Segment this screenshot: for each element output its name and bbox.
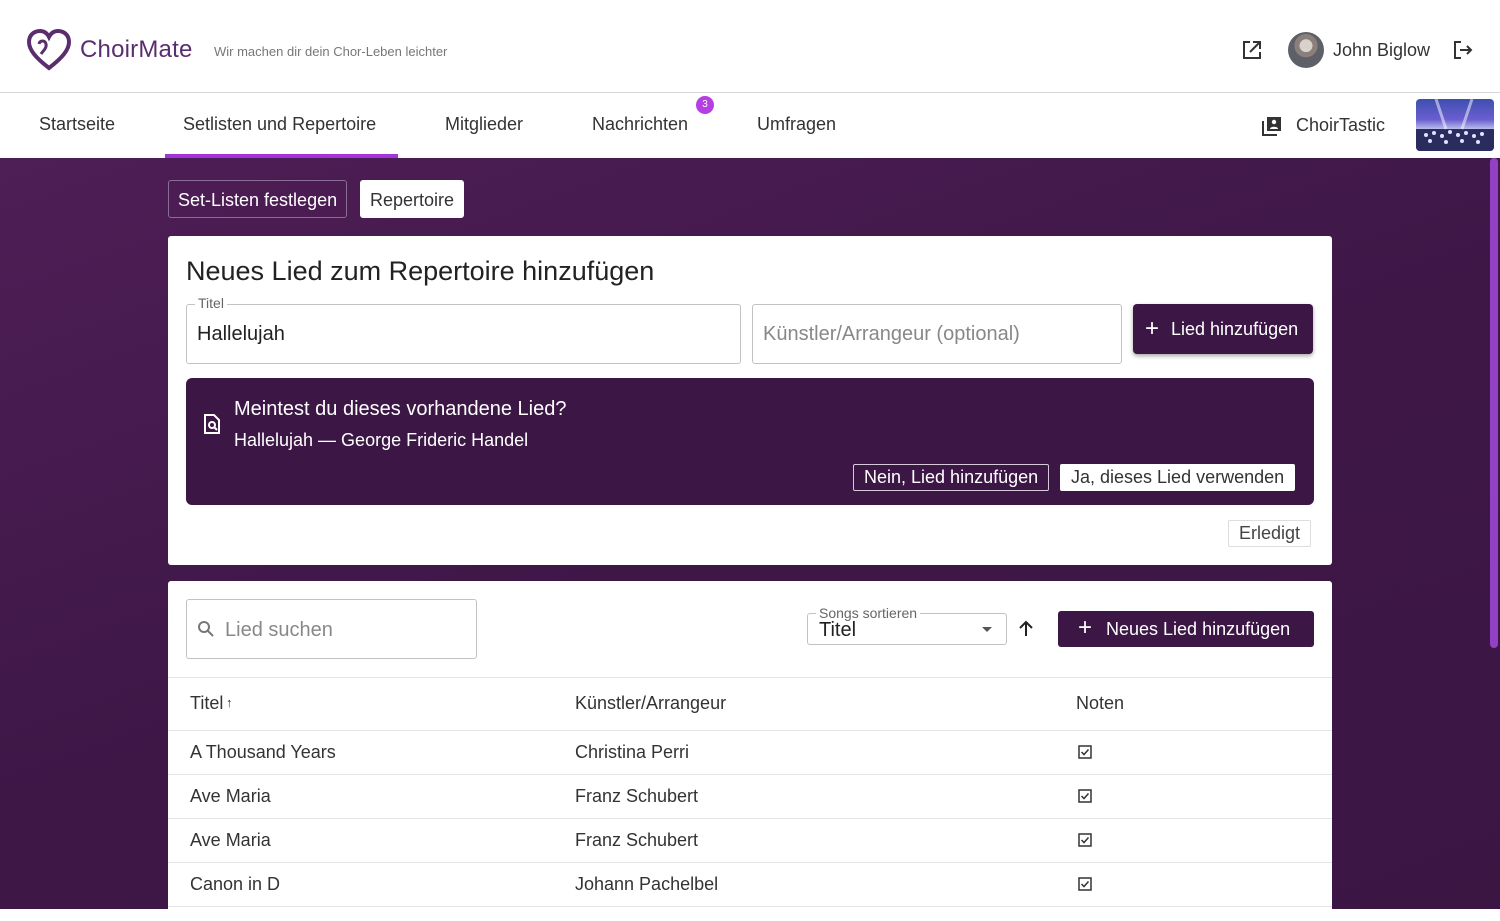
song-title: Ave Maria bbox=[190, 786, 271, 806]
heart-logo-icon[interactable] bbox=[26, 28, 72, 72]
search-icon bbox=[198, 621, 214, 637]
new-song-button-label: Neues Lied hinzufügen bbox=[1106, 619, 1291, 639]
column-title[interactable]: Titel bbox=[190, 693, 223, 714]
accept-suggestion-button[interactable]: Ja, dieses Lied verwenden bbox=[1060, 464, 1296, 491]
external-link-icon[interactable] bbox=[1241, 39, 1263, 61]
subtab-setlists[interactable]: Set-Listen festlegen bbox=[168, 180, 348, 218]
app-header: ChoirMate Wir machen dir dein Chor-Leben… bbox=[0, 0, 1500, 93]
choir-name[interactable]: ChoirTastic bbox=[1296, 115, 1385, 136]
title-input[interactable] bbox=[187, 305, 740, 363]
main-content: Set-Listen festlegen Repertoire Neues Li… bbox=[0, 158, 1500, 921]
repertoire-table: Titel ↑ Künstler/Arrangeur Noten A Thous… bbox=[168, 677, 1332, 907]
user-name[interactable]: John Biglow bbox=[1333, 40, 1430, 61]
song-title: Canon in D bbox=[190, 874, 281, 894]
checkbox-checked-icon bbox=[1078, 745, 1092, 759]
checkbox-checked-icon bbox=[1078, 833, 1092, 847]
duplicate-suggestion: Meintest du dieses vorhandene Lied? Hall… bbox=[186, 378, 1314, 505]
unread-messages-badge: 3 bbox=[696, 96, 714, 114]
sort-label: Songs sortieren bbox=[816, 606, 921, 620]
tab-mitglieder[interactable]: Mitglieder bbox=[445, 114, 523, 135]
sort-select[interactable]: Songs sortieren Titel bbox=[807, 606, 1007, 645]
checkbox-checked-icon bbox=[1078, 877, 1092, 891]
app-name[interactable]: ChoirMate bbox=[80, 36, 193, 64]
add-song-button-label: Lied hinzufügen bbox=[1171, 319, 1299, 339]
sort-arrow-icon: ↑ bbox=[226, 695, 233, 710]
suggestion-question: Meintest du dieses vorhandene Lied? bbox=[234, 398, 567, 420]
add-song-card: Neues Lied zum Repertoire hinzufügen Tit… bbox=[168, 236, 1332, 565]
plus-icon: + bbox=[1145, 315, 1160, 342]
choir-image[interactable] bbox=[1416, 99, 1494, 151]
reject-suggestion-button[interactable]: Nein, Lied hinzufügen bbox=[853, 464, 1050, 491]
tab-startseite[interactable]: Startseite bbox=[39, 114, 115, 135]
subtab-repertoire[interactable]: Repertoire bbox=[360, 180, 465, 218]
scrollbar[interactable] bbox=[1490, 158, 1498, 648]
table-row[interactable]: A Thousand Years Christina Perri bbox=[168, 731, 1332, 775]
new-song-button[interactable]: + Neues Lied hinzufügen bbox=[1058, 611, 1314, 647]
main-nav: Startseite Setlisten und Repertoire Mitg… bbox=[0, 93, 1500, 158]
song-artist: Christina Perri bbox=[575, 742, 690, 762]
artist-field[interactable] bbox=[752, 304, 1122, 364]
repertoire-card: Songs sortieren Titel + Neues Lied hinzu… bbox=[168, 581, 1332, 921]
choir-library-icon[interactable] bbox=[1261, 115, 1283, 137]
table-row[interactable]: Ave Maria Franz Schubert bbox=[168, 819, 1332, 863]
search-input[interactable] bbox=[223, 600, 467, 660]
add-song-title: Neues Lied zum Repertoire hinzufügen bbox=[186, 256, 655, 286]
song-title: Ave Maria bbox=[190, 830, 271, 850]
song-title: A Thousand Years bbox=[190, 742, 336, 762]
chevron-down-icon bbox=[982, 627, 992, 632]
document-search-icon bbox=[204, 414, 220, 434]
artist-input[interactable] bbox=[753, 305, 1121, 363]
add-song-button[interactable]: + Lied hinzufügen bbox=[1133, 304, 1313, 354]
suggested-song: Hallelujah — George Frideric Handel bbox=[234, 430, 529, 450]
table-row[interactable]: Canon in D Johann Pachelbel bbox=[168, 863, 1332, 907]
title-field-label: Titel bbox=[195, 295, 227, 311]
tagline: Wir machen dir dein Chor-Leben leichter bbox=[214, 44, 448, 59]
table-header: Titel ↑ Künstler/Arrangeur Noten bbox=[168, 677, 1332, 731]
song-search[interactable] bbox=[186, 599, 477, 660]
song-artist: Franz Schubert bbox=[575, 786, 699, 806]
column-sheet-music[interactable]: Noten bbox=[1076, 693, 1124, 714]
checkbox-checked-icon bbox=[1078, 789, 1092, 803]
sort-ascending-icon[interactable] bbox=[1016, 619, 1036, 639]
song-artist: Franz Schubert bbox=[575, 830, 699, 850]
song-artist: Johann Pachelbel bbox=[575, 874, 719, 894]
title-field[interactable]: Titel bbox=[186, 295, 741, 364]
logout-icon[interactable] bbox=[1452, 39, 1474, 61]
column-artist[interactable]: Künstler/Arrangeur bbox=[575, 693, 726, 714]
tab-nachrichten[interactable]: Nachrichten bbox=[592, 114, 688, 135]
tab-setlisten-repertoire[interactable]: Setlisten und Repertoire bbox=[183, 114, 376, 135]
avatar[interactable] bbox=[1288, 32, 1324, 68]
plus-icon: + bbox=[1078, 614, 1093, 641]
table-row[interactable]: Ave Maria Franz Schubert bbox=[168, 775, 1332, 819]
done-button[interactable]: Erledigt bbox=[1228, 520, 1312, 547]
tab-umfragen[interactable]: Umfragen bbox=[757, 114, 836, 135]
sort-value: Titel bbox=[819, 619, 857, 641]
